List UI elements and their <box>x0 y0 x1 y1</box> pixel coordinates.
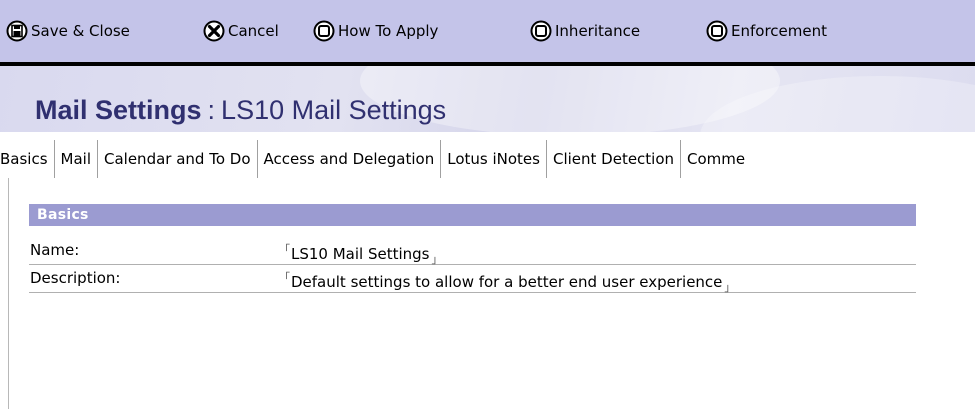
tab-lotus-inotes[interactable]: Lotus iNotes <box>441 140 547 178</box>
section-title: Basics <box>37 207 89 223</box>
page-title-main: Mail Settings <box>35 95 202 125</box>
tab-calendar-and-to-do[interactable]: Calendar and To Do <box>98 140 258 178</box>
name-label: Name: <box>30 241 80 259</box>
tab-strip: Basics Mail Calendar and To Do Access an… <box>0 140 975 178</box>
section-header-basics: Basics <box>29 204 916 226</box>
inheritance-label: Inheritance <box>555 22 641 40</box>
cancel-label: Cancel <box>228 22 279 40</box>
field-close-bracket: 」 <box>724 281 736 294</box>
save-close-label: Save & Close <box>31 22 130 40</box>
tab-access-and-delegation[interactable]: Access and Delegation <box>258 140 442 178</box>
page-title: Mail Settings: LS10 Mail Settings <box>35 95 446 126</box>
description-label: Description: <box>30 269 121 287</box>
enforcement-label: Enforcement <box>731 22 827 40</box>
field-row-description: Description: 「Default settings to allow … <box>29 265 916 295</box>
tab-comments[interactable]: Comme <box>681 140 751 178</box>
enforcement-button[interactable]: Enforcement <box>706 15 827 47</box>
square-button-icon <box>706 20 728 42</box>
notes-form-window: Save & Close Cancel How To Apply Inherit… <box>0 0 975 409</box>
how-to-apply-label: How To Apply <box>338 22 439 40</box>
field-row-name: Name: 「LS10 Mail Settings」 <box>29 237 916 267</box>
field-open-bracket: 「 <box>279 271 290 284</box>
save-close-button[interactable]: Save & Close <box>6 15 130 47</box>
page-title-sub: LS10 Mail Settings <box>221 95 447 125</box>
cancel-button[interactable]: Cancel <box>203 15 279 47</box>
tab-mail[interactable]: Mail <box>55 140 98 178</box>
content-left-border <box>8 178 9 409</box>
square-button-icon <box>313 20 335 42</box>
description-field[interactable]: 「Default settings to allow for a better … <box>279 269 735 295</box>
field-open-bracket: 「 <box>279 243 290 256</box>
square-button-icon <box>530 20 552 42</box>
how-to-apply-button[interactable]: How To Apply <box>313 15 438 47</box>
name-field[interactable]: 「LS10 Mail Settings」 <box>279 241 443 267</box>
inheritance-button[interactable]: Inheritance <box>530 15 640 47</box>
tab-client-detection[interactable]: Client Detection <box>547 140 682 178</box>
cancel-x-icon <box>203 20 225 42</box>
name-value: LS10 Mail Settings <box>291 245 430 263</box>
page-title-separator: : <box>207 95 216 125</box>
description-value: Default settings to allow for a better e… <box>291 273 723 291</box>
action-toolbar: Save & Close Cancel How To Apply Inherit… <box>0 0 975 62</box>
tab-basics[interactable]: Basics <box>0 140 55 178</box>
save-disk-icon <box>6 20 28 42</box>
